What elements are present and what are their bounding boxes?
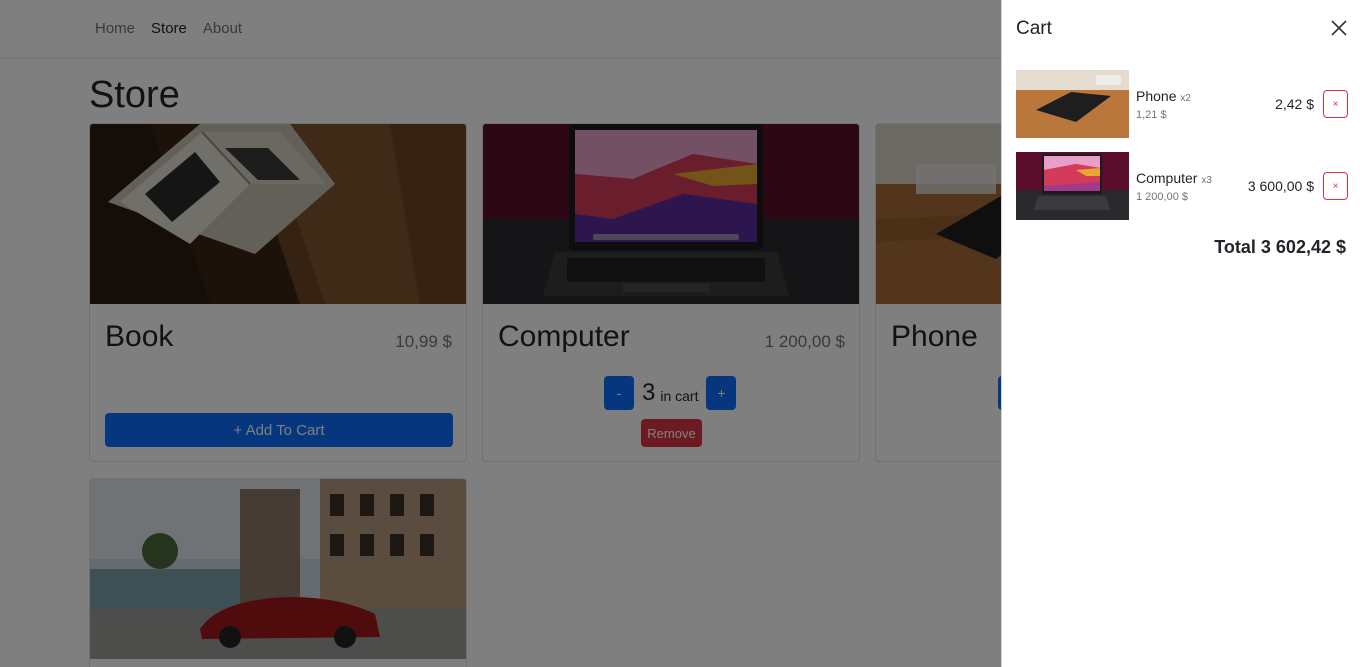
cart-item-total: 3 600,00 $ (1247, 178, 1314, 194)
cart-item-name-line: Phone x2 (1136, 88, 1191, 104)
cart-item-quantity: x2 (1180, 93, 1191, 104)
cart-total: Total 3 602,42 $ (1214, 237, 1346, 257)
cart-item-name: Computer (1136, 170, 1198, 186)
cart-item-computer: Computer x3 1 200,00 $ 3 600,00 $ × (1016, 152, 1348, 220)
cart-item-remove-button[interactable]: × (1323, 90, 1348, 118)
cart-item-image (1016, 152, 1129, 220)
cart-title: Cart (1016, 18, 1052, 39)
cart-item-image (1016, 70, 1129, 138)
cart-item-remove-button[interactable]: × (1323, 172, 1348, 200)
cart-item-phone: Phone x2 1,21 $ 2,42 $ × (1016, 70, 1348, 138)
close-icon[interactable] (1328, 17, 1350, 39)
cart-item-name: Phone (1136, 88, 1177, 104)
cart-offcanvas: Cart Phone x2 1,21 $ 2,42 $ × Computer x… (1001, 0, 1360, 667)
modal-backdrop[interactable] (0, 0, 1001, 667)
cart-item-name-line: Computer x3 (1136, 170, 1212, 186)
cart-item-total: 2,42 $ (1275, 96, 1314, 112)
cart-item-quantity: x3 (1201, 175, 1212, 186)
cart-item-unit-price: 1 200,00 $ (1136, 191, 1188, 203)
cart-item-unit-price: 1,21 $ (1136, 109, 1167, 121)
